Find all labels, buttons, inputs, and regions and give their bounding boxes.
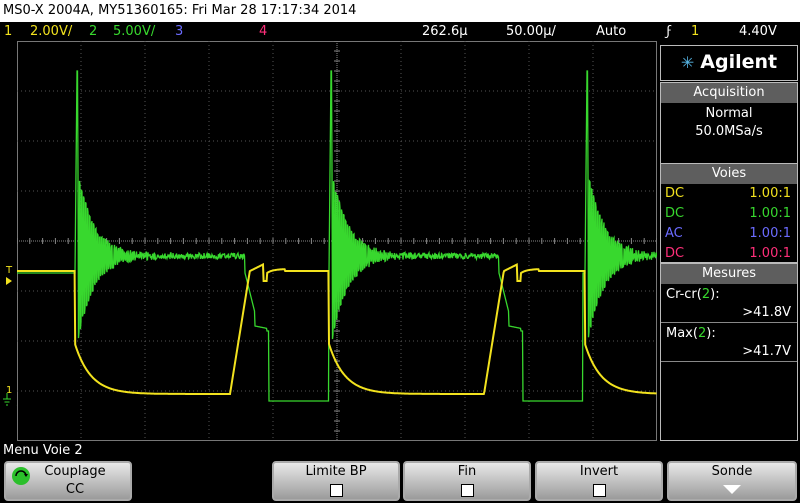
fin-softkey[interactable]: Fin — [403, 461, 531, 501]
limite-bp-label: Limite BP — [274, 463, 398, 481]
measurements-header: Mesures — [661, 264, 797, 284]
limite-bp-softkey[interactable]: Limite BP — [272, 461, 400, 501]
ch1-scale[interactable]: 2.00V/ — [30, 22, 72, 41]
trigger-channel[interactable]: 1 — [691, 22, 699, 41]
time-position[interactable]: 262.6µ — [422, 22, 468, 41]
ground-icon — [2, 392, 12, 406]
probe-row-ch1: DC 1.00:1 — [661, 184, 797, 204]
trigger-marker[interactable]: T — [6, 266, 12, 285]
ch2-number[interactable]: 2 — [89, 22, 97, 41]
measurements-box[interactable]: Mesures Cr-cr(2): >41.8V Max(2): >41.7V — [660, 263, 798, 441]
measurement-label: Max(2): — [661, 325, 797, 343]
acquisition-mode: Normal — [661, 105, 797, 123]
window-title: MS0-X 2004A, MY51360165: Fri Mar 28 17:1… — [0, 0, 800, 22]
status-bar: 1 2.00V/ 2 5.00V/ 3 4 262.6µ 50.00µ/ Aut… — [0, 22, 800, 41]
acquisition-rate: 50.0MSa/s — [661, 123, 797, 141]
invert-label: Invert — [537, 463, 661, 481]
limite-bp-checkbox[interactable] — [330, 484, 343, 497]
brand-logo: ✳ Agilent — [661, 46, 797, 78]
probe-row-ch2: DC 1.00:1 — [661, 204, 797, 224]
measurement-value: >41.7V — [661, 343, 797, 362]
fin-checkbox[interactable] — [461, 484, 474, 497]
waveform-display[interactable] — [17, 41, 657, 441]
brand-box: ✳ Agilent — [660, 45, 798, 81]
probe-row-ch4: DC 1.00:1 — [661, 244, 797, 264]
trigger-mode[interactable]: Auto — [596, 22, 626, 41]
trigger-level[interactable]: 4.40V — [739, 22, 777, 41]
invert-softkey[interactable]: Invert — [535, 461, 663, 501]
menu-title: Menu Voie 2 — [3, 443, 83, 459]
measurement-value: >41.8V — [661, 304, 797, 323]
probe-row-ch3: AC 1.00:1 — [661, 224, 797, 244]
submenu-arrow-icon — [723, 485, 741, 494]
acquisition-box[interactable]: Acquisition Normal 50.0MSa/s — [660, 82, 798, 165]
ch2-scale[interactable]: 5.00V/ — [113, 22, 155, 41]
entry-knob-icon — [12, 467, 30, 485]
invert-checkbox[interactable] — [593, 484, 606, 497]
acquisition-header: Acquisition — [661, 83, 797, 103]
agilent-spark-icon: ✳ — [681, 53, 694, 72]
ch3-number[interactable]: 3 — [175, 22, 183, 41]
trigger-slope-icon: ϝ — [666, 22, 672, 41]
side-panel: ✳ Agilent Acquisition Normal 50.0MSa/s Vo… — [660, 45, 798, 441]
ch4-number[interactable]: 4 — [259, 22, 267, 41]
channels-box[interactable]: Voies DC 1.00:1 DC 1.00:1 AC 1.00:1 DC 1.00:… — [660, 163, 798, 263]
time-scale[interactable]: 50.00µ/ — [506, 22, 556, 41]
waveform-svg — [17, 41, 657, 441]
channels-header: Voies — [661, 164, 797, 184]
measurement-label: Cr-cr(2): — [661, 286, 797, 304]
fin-label: Fin — [405, 463, 529, 481]
couplage-softkey[interactable]: Couplage CC — [4, 461, 132, 501]
ch1-number[interactable]: 1 — [4, 22, 12, 41]
sonde-label: Sonde — [669, 463, 795, 481]
sonde-softkey[interactable]: Sonde — [667, 461, 797, 501]
